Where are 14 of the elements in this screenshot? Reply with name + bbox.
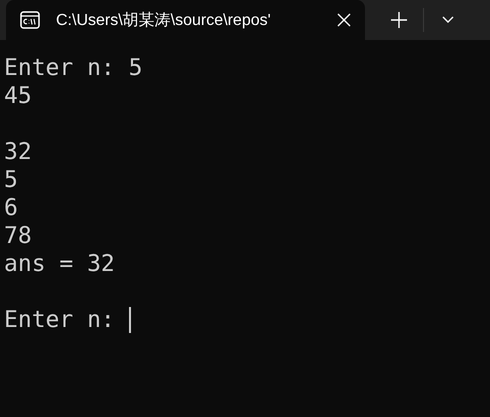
terminal-line: 32 <box>4 138 32 166</box>
chevron-down-icon <box>442 16 454 24</box>
terminal-line: 45 <box>4 82 32 110</box>
terminal-line: Enter n: 5 <box>4 54 142 82</box>
terminal-line: Enter n: <box>4 306 116 334</box>
close-icon[interactable] <box>337 13 351 27</box>
terminal-tab[interactable]: C:\Users\胡某涛\source\repos' <box>6 0 365 40</box>
tab-title: C:\Users\胡某涛\source\repos' <box>56 10 272 30</box>
terminal-line: 5 <box>4 166 18 194</box>
plus-icon <box>391 12 407 28</box>
terminal-icon <box>20 11 40 29</box>
terminal-line: ans = 32 <box>4 250 115 278</box>
terminal-line: 78 <box>4 222 32 250</box>
terminal-line: 6 <box>4 194 18 222</box>
